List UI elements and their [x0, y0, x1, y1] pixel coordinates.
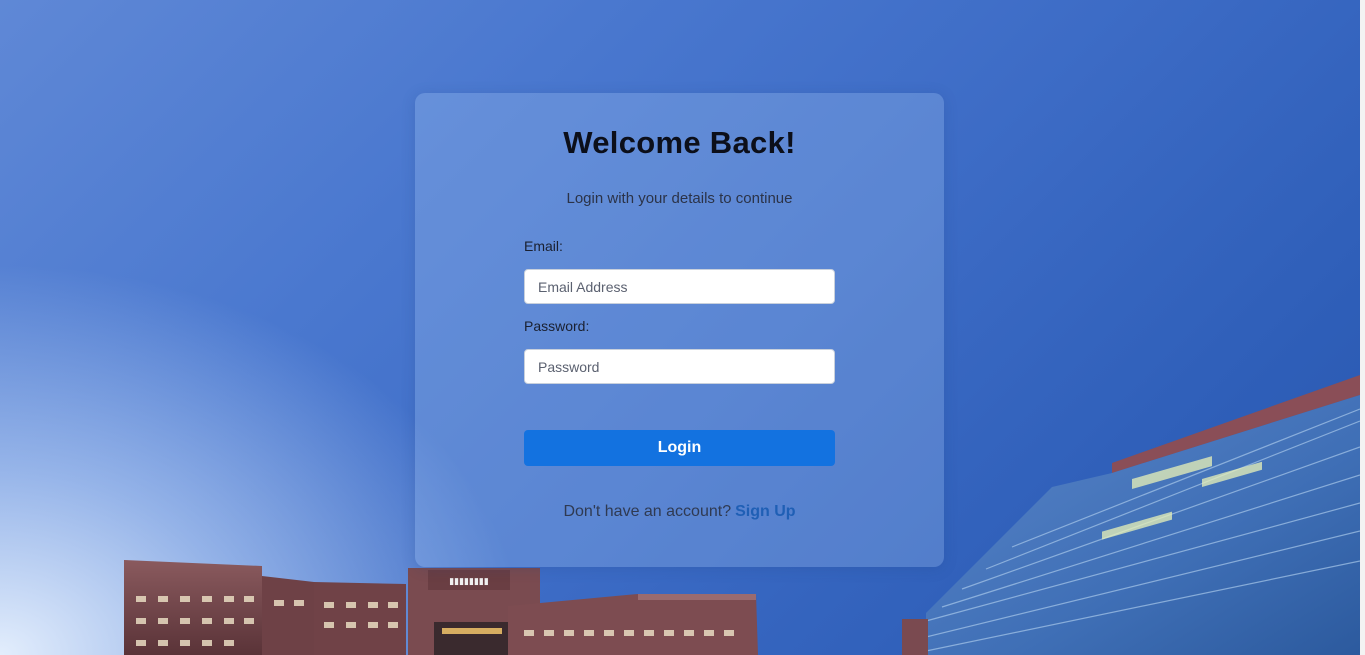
glass-building-right [902, 375, 1360, 655]
signup-prompt-line: Don't have an account? Sign Up [415, 503, 944, 521]
password-label: Password: [524, 318, 590, 334]
login-card: Welcome Back! Login with your details to… [415, 93, 944, 567]
page-subtitle: Login with your details to continue [566, 190, 793, 207]
login-button[interactable]: Login [524, 430, 835, 466]
email-field[interactable] [524, 269, 835, 304]
signup-link[interactable]: Sign Up [735, 503, 795, 520]
signup-prompt-text: Don't have an account? [563, 503, 732, 520]
password-field[interactable] [524, 349, 835, 384]
email-label: Email: [524, 238, 563, 254]
page-title: Welcome Back! [563, 125, 796, 160]
page-scrollbar-edge [1360, 0, 1365, 655]
hospital-building-left: ▮▮▮▮▮▮▮▮ [124, 560, 758, 655]
svg-text:▮▮▮▮▮▮▮▮: ▮▮▮▮▮▮▮▮ [449, 577, 489, 587]
login-page: ▮▮▮▮▮▮▮▮ Welcome Back! Login with your d… [0, 0, 1365, 655]
